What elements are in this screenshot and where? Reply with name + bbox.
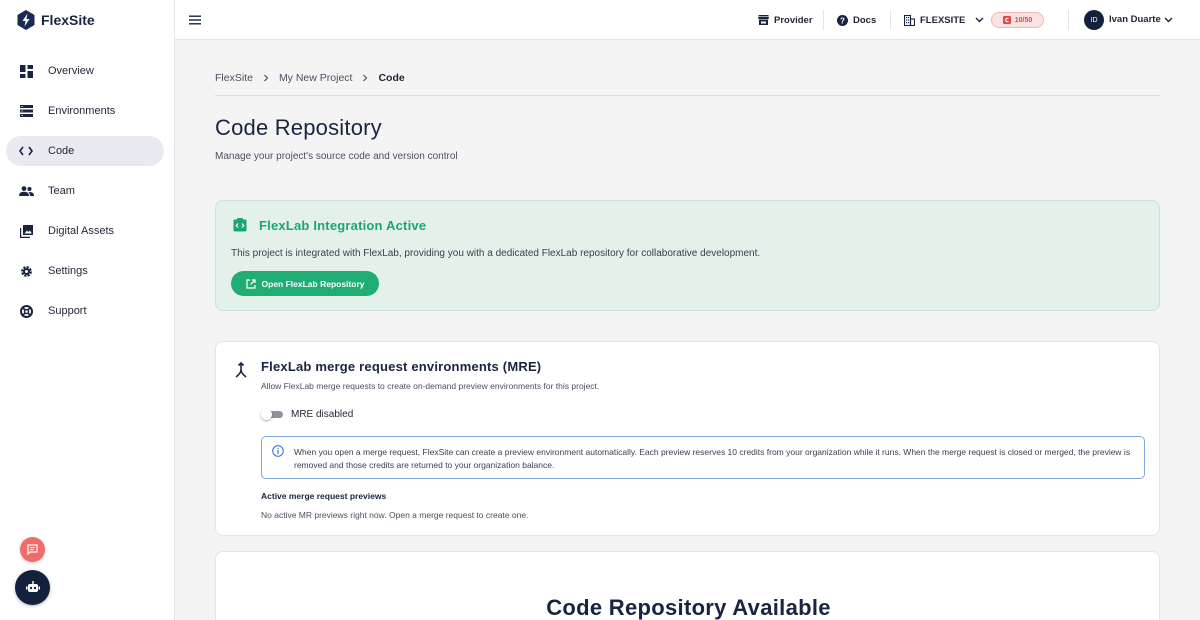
integration-title: FlexLab Integration Active <box>259 218 427 233</box>
toggle-knob <box>261 409 272 420</box>
help-icon: ? <box>837 14 848 26</box>
sidebar-item-support[interactable]: Support <box>6 296 164 326</box>
page-title: Code Repository <box>215 115 382 140</box>
open-repository-label: Open FlexLab Repository <box>261 278 365 289</box>
sidebar-item-digital-assets[interactable]: Digital Assets <box>6 216 164 246</box>
content-divider <box>215 95 1160 96</box>
brand-logo[interactable]: FlexSite <box>17 10 95 30</box>
assistant-bot-button[interactable] <box>15 570 50 605</box>
repository-available-title: Code Repository Available <box>546 595 831 620</box>
sidebar-item-environments[interactable]: Environments <box>6 96 164 126</box>
credits-count: 10/50 <box>1014 16 1033 24</box>
chevron-right-icon <box>363 74 368 82</box>
building-icon <box>904 14 915 26</box>
provider-label: Provider <box>774 14 813 26</box>
organization-label: FLEXSITE <box>920 14 966 26</box>
mre-info-box: When you open a merge request, FlexSite … <box>261 436 1145 479</box>
user-name[interactable]: Ivan Duarte <box>1109 14 1161 25</box>
topbar: Provider ? Docs FLEXSITE 10/50 ID Ivan D… <box>175 0 1200 40</box>
credits-icon <box>1002 16 1011 24</box>
sidebar-item-label: Code <box>48 145 75 157</box>
open-repository-button[interactable]: Open FlexLab Repository <box>231 271 379 296</box>
docs-link[interactable]: ? Docs <box>837 12 876 28</box>
mre-card: FlexLab merge request environments (MRE)… <box>215 341 1160 536</box>
brand-name: FlexSite <box>41 12 95 28</box>
topbar-divider <box>1068 10 1069 30</box>
code-icon <box>18 143 34 159</box>
repository-available-card: Code Repository Available <box>215 551 1160 620</box>
sidebar-item-label: Support <box>48 305 87 317</box>
external-link-icon <box>245 278 256 289</box>
image-library-icon <box>18 223 34 239</box>
chevron-down-icon <box>975 17 984 23</box>
chevron-right-icon <box>264 74 269 82</box>
breadcrumb: FlexSite My New Project Code <box>215 71 405 85</box>
organization-selector[interactable]: FLEXSITE <box>904 12 984 28</box>
active-previews-title: Active merge request previews <box>261 491 387 501</box>
sidebar-item-label: Environments <box>48 105 116 117</box>
gear-icon <box>18 263 34 279</box>
merge-icon <box>235 362 247 378</box>
repository-code-icon <box>233 218 247 232</box>
sidebar-item-settings[interactable]: Settings <box>6 256 164 286</box>
mre-toggle-label: MRE disabled <box>291 409 354 420</box>
provider-link[interactable]: Provider <box>758 12 813 28</box>
server-icon <box>18 103 34 119</box>
topbar-divider <box>890 10 891 30</box>
breadcrumb-item-project[interactable]: My New Project <box>279 72 353 84</box>
svg-text:?: ? <box>840 16 845 25</box>
sidebar: FlexSite Overview Environments Code Team… <box>0 0 175 620</box>
chat-icon <box>27 544 38 555</box>
breadcrumb-item-current: Code <box>378 72 405 84</box>
sidebar-item-team[interactable]: Team <box>6 176 164 206</box>
store-icon <box>758 15 769 25</box>
info-icon <box>272 445 284 457</box>
sidebar-item-label: Team <box>48 185 75 197</box>
active-previews-empty-state: No active MR previews right now. Open a … <box>261 510 529 520</box>
mre-description: Allow FlexLab merge requests to create o… <box>261 381 600 391</box>
sidebar-item-label: Settings <box>48 265 88 277</box>
lifebuoy-icon <box>18 303 34 319</box>
breadcrumb-item-organization[interactable]: FlexSite <box>215 72 253 84</box>
integration-description: This project is integrated with FlexLab,… <box>231 248 761 259</box>
sidebar-item-overview[interactable]: Overview <box>6 56 164 86</box>
topbar-divider <box>823 10 824 30</box>
dashboard-icon <box>18 63 34 79</box>
integration-card: FlexLab Integration Active This project … <box>215 200 1160 311</box>
credits-badge[interactable]: 10/50 <box>991 12 1044 28</box>
chevron-down-icon[interactable] <box>1164 17 1173 23</box>
feedback-chat-button[interactable] <box>20 537 45 562</box>
avatar[interactable]: ID <box>1084 10 1104 30</box>
flexsite-logo-icon <box>17 10 35 30</box>
mre-info-text: When you open a merge request, FlexSite … <box>294 447 1131 470</box>
sidebar-item-label: Digital Assets <box>48 225 115 237</box>
mre-toggle[interactable] <box>261 409 283 420</box>
docs-label: Docs <box>853 14 877 26</box>
page-subtitle: Manage your project's source code and ve… <box>215 151 458 162</box>
hamburger-menu-icon[interactable] <box>189 14 201 26</box>
team-icon <box>18 183 34 199</box>
mre-title: FlexLab merge request environments (MRE) <box>261 359 542 374</box>
sidebar-item-label: Overview <box>48 65 94 77</box>
robot-icon <box>25 581 40 592</box>
sidebar-item-code[interactable]: Code <box>6 136 164 166</box>
